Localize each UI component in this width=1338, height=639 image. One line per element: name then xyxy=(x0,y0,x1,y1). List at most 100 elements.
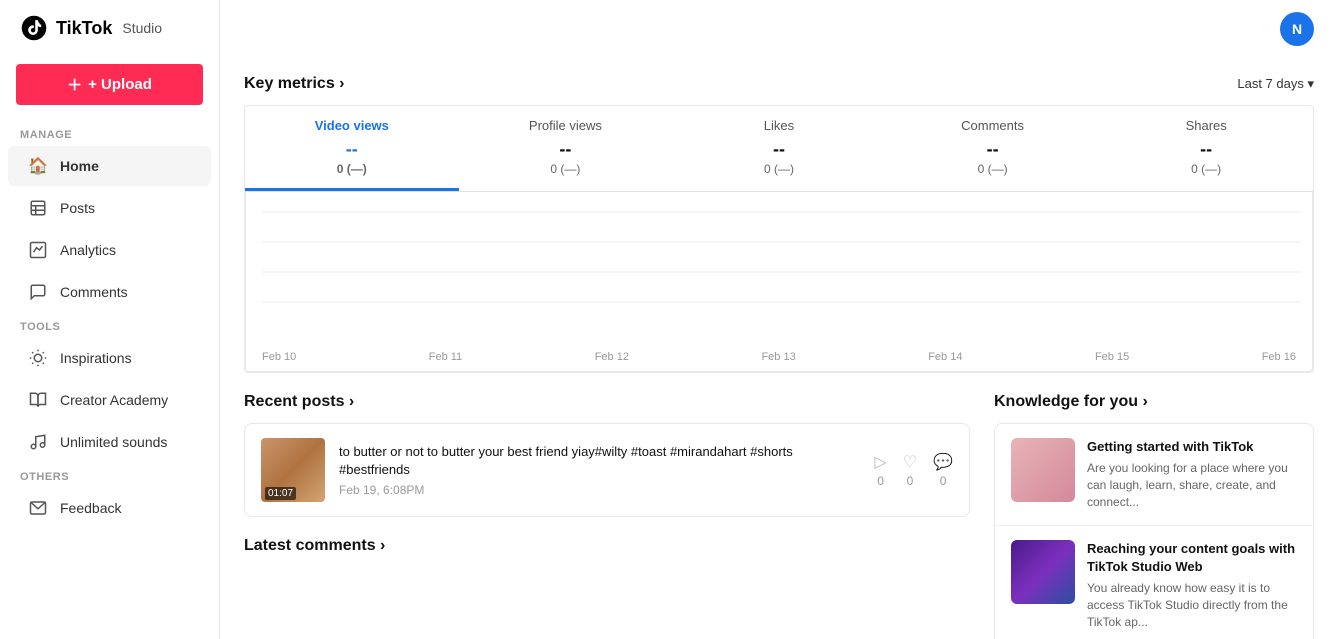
upload-label: + Upload xyxy=(88,76,152,93)
likes-count: 0 xyxy=(907,474,914,488)
latest-comments-section: Latest comments › xyxy=(244,537,970,555)
latest-comments-header: Latest comments › xyxy=(244,537,970,555)
tab-shares[interactable]: Shares -- 0 (—) xyxy=(1099,106,1313,191)
knowledge-item-1: Reaching your content goals with TikTok … xyxy=(995,526,1313,639)
x-label-6: Feb 16 xyxy=(1262,351,1296,363)
tools-section-label: TOOLS xyxy=(0,313,219,337)
key-metrics-title[interactable]: Key metrics › xyxy=(244,75,345,93)
sidebar-item-inspirations[interactable]: Inspirations xyxy=(8,338,211,378)
video-duration: 01:07 xyxy=(265,487,296,500)
sidebar-item-label: Feedback xyxy=(60,500,121,516)
x-label-4: Feb 14 xyxy=(928,351,962,363)
knowledge-text-0: Getting started with TikTok Are you look… xyxy=(1087,438,1297,511)
date-filter[interactable]: Last 7 days ▾ xyxy=(1237,76,1314,92)
home-icon: 🏠 xyxy=(28,156,48,176)
tab-likes[interactable]: Likes -- 0 (—) xyxy=(672,106,886,191)
sidebar-item-label: Unlimited sounds xyxy=(60,434,167,450)
knowledge-title[interactable]: Knowledge for you › xyxy=(994,393,1148,411)
knowledge-thumb-0 xyxy=(1011,438,1075,502)
likes-stat: ♡ 0 xyxy=(903,452,917,488)
chart-x-axis: Feb 10 Feb 11 Feb 12 Feb 13 Feb 14 Feb 1… xyxy=(262,351,1296,363)
comments-count: 0 xyxy=(940,474,947,488)
sidebar: TikTok Studio ＋ + Upload MANAGE 🏠 Home P… xyxy=(0,0,220,639)
sidebar-item-label: Inspirations xyxy=(60,350,132,366)
others-section-label: OTHERS xyxy=(0,463,219,487)
tab-label: Comments xyxy=(894,118,1092,133)
post-thumbnail: 01:07 xyxy=(261,438,325,502)
sidebar-item-posts[interactable]: Posts xyxy=(8,188,211,228)
post-title: to butter or not to butter your best fri… xyxy=(339,443,860,479)
key-metrics-header: Key metrics › Last 7 days ▾ xyxy=(244,75,1314,93)
metrics-wrapper: Video views -- 0 (—) Profile views -- 0 … xyxy=(244,105,1314,373)
top-bar: N xyxy=(220,0,1338,59)
plays-count: 0 xyxy=(877,474,884,488)
tab-label: Profile views xyxy=(467,118,665,133)
metric-value: -- xyxy=(680,139,878,160)
knowledge-text-1: Reaching your content goals with TikTok … xyxy=(1087,540,1297,631)
chart-area: Feb 10 Feb 11 Feb 12 Feb 13 Feb 14 Feb 1… xyxy=(245,192,1313,372)
metric-change: 0 (—) xyxy=(467,162,665,176)
upload-button[interactable]: ＋ + Upload xyxy=(16,64,203,105)
sidebar-item-feedback[interactable]: Feedback xyxy=(8,488,211,528)
chart-svg xyxy=(246,192,1312,332)
knowledge-title-0: Getting started with TikTok xyxy=(1087,438,1297,456)
knowledge-thumb-1 xyxy=(1011,540,1075,604)
x-label-0: Feb 10 xyxy=(262,351,296,363)
unlimited-sounds-icon xyxy=(28,432,48,452)
post-stats: ▷ 0 ♡ 0 💬 0 xyxy=(874,452,953,488)
two-col-section: Recent posts › 01:07 to butter or not to… xyxy=(244,393,1314,639)
heart-icon: ♡ xyxy=(903,452,917,472)
sidebar-item-label: Creator Academy xyxy=(60,392,168,408)
upload-icon: ＋ xyxy=(67,74,82,95)
recent-posts-title[interactable]: Recent posts › xyxy=(244,393,354,411)
manage-section-label: MANAGE xyxy=(0,121,219,145)
metric-change: 0 (—) xyxy=(680,162,878,176)
sidebar-item-creator-academy[interactable]: Creator Academy xyxy=(8,380,211,420)
tiktok-logo-icon xyxy=(20,14,48,42)
main-content: N Key metrics › Last 7 days ▾ Video view… xyxy=(220,0,1338,639)
recent-posts-header: Recent posts › xyxy=(244,393,970,411)
sidebar-item-comments[interactable]: Comments xyxy=(8,272,211,312)
post-item: 01:07 to butter or not to butter your be… xyxy=(245,424,969,516)
sidebar-item-label: Home xyxy=(60,158,99,174)
knowledge-item-0: Getting started with TikTok Are you look… xyxy=(995,424,1313,526)
tab-comments[interactable]: Comments -- 0 (—) xyxy=(886,106,1100,191)
avatar[interactable]: N xyxy=(1280,12,1314,46)
post-date: Feb 19, 6:08PM xyxy=(339,483,860,497)
col-right: Knowledge for you › Getting started with… xyxy=(994,393,1314,639)
sidebar-item-label: Analytics xyxy=(60,242,116,258)
x-label-2: Feb 12 xyxy=(595,351,629,363)
inspirations-icon xyxy=(28,348,48,368)
tab-label: Shares xyxy=(1107,118,1305,133)
sidebar-item-label: Posts xyxy=(60,200,95,216)
sidebar-item-analytics[interactable]: Analytics xyxy=(8,230,211,270)
knowledge-desc-1: You already know how easy it is to acces… xyxy=(1087,580,1297,630)
metric-change: 0 (—) xyxy=(1107,162,1305,176)
metric-change: 0 (—) xyxy=(894,162,1092,176)
tab-label: Likes xyxy=(680,118,878,133)
feedback-icon xyxy=(28,498,48,518)
tab-label: Video views xyxy=(253,118,451,133)
metric-value: -- xyxy=(894,139,1092,160)
logo: TikTok Studio xyxy=(0,0,219,56)
sidebar-item-unlimited-sounds[interactable]: Unlimited sounds xyxy=(8,422,211,462)
tab-profile-views[interactable]: Profile views -- 0 (—) xyxy=(459,106,673,191)
comment-icon: 💬 xyxy=(933,452,953,472)
comments-stat: 💬 0 xyxy=(933,452,953,488)
sidebar-item-home[interactable]: 🏠 Home xyxy=(8,146,211,186)
knowledge-card: Getting started with TikTok Are you look… xyxy=(994,423,1314,639)
col-left: Recent posts › 01:07 to butter or not to… xyxy=(244,393,970,639)
plays-stat: ▷ 0 xyxy=(874,452,886,488)
tab-video-views[interactable]: Video views -- 0 (—) xyxy=(245,106,459,191)
metrics-tabs: Video views -- 0 (—) Profile views -- 0 … xyxy=(245,106,1313,192)
x-label-3: Feb 13 xyxy=(761,351,795,363)
metric-value: -- xyxy=(1107,139,1305,160)
creator-academy-icon xyxy=(28,390,48,410)
analytics-icon xyxy=(28,240,48,260)
play-icon: ▷ xyxy=(874,452,886,472)
post-info: to butter or not to butter your best fri… xyxy=(339,443,860,497)
metric-value: -- xyxy=(467,139,665,160)
latest-comments-title[interactable]: Latest comments › xyxy=(244,537,385,555)
metric-change: 0 (—) xyxy=(253,162,451,176)
x-label-1: Feb 11 xyxy=(429,351,462,363)
